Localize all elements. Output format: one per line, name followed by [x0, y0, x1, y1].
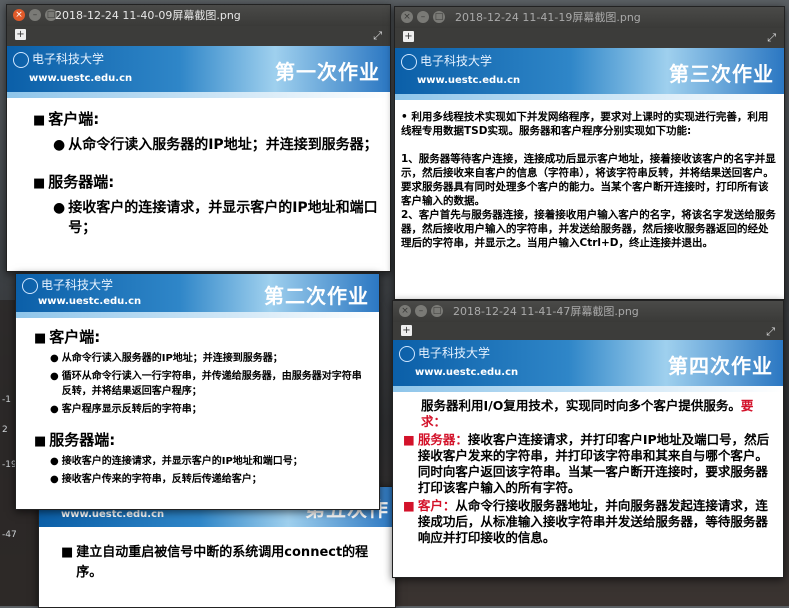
server-requirement: ■ 服务器：接收客户连接请求，并打印客户IP地址及端口号，然后接收客户发来的字符… — [403, 432, 770, 495]
client-item-text: 循环从命令行读入一行字符串，并传递给服务器，由服务器对字符串反转，并将结果返回客… — [61, 371, 362, 397]
logo-text: 电子科技大学 — [420, 54, 493, 68]
assignment-intro: • 利用多线程技术实现如下并发网络程序，要求对上课时的实现进行完善，利用线程专用… — [401, 111, 769, 137]
slide: 电子科技大学 www.uestc.edu.cn 第二次作业 客户端: ●从命令行… — [16, 274, 379, 509]
client-item-text: 客户程序显示反转后的字符串； — [61, 404, 202, 415]
server-item-text: 接收客户传来的字符串，反转后传递给客户； — [61, 474, 262, 485]
server-item-text: 接收客户的连接请求，并显示客户的IP地址和端口号； — [61, 456, 303, 467]
desktop-tick: -1 — [2, 395, 11, 405]
viewer-toolbar: + ⤢ — [393, 322, 783, 340]
slide-url: www.uestc.edu.cn — [415, 367, 519, 378]
university-logo: 电子科技大学 — [399, 344, 490, 362]
image-viewer-window-1[interactable]: × – □ 2018-12-24 11-40-09屏幕截图.png + ⤢ 电子… — [6, 4, 391, 272]
client-item: ● 循环从命令行读入一行字符串，并传递给服务器，由服务器对字符串反转，并将结果返回… — [50, 369, 369, 399]
maximize-button[interactable]: □ — [433, 11, 445, 23]
slide-banner: 电子科技大学 www.uestc.edu.cn 第二次作业 — [16, 274, 379, 312]
seal-icon — [22, 277, 38, 294]
slide: 电子科技大学 www.uestc.edu.cn 第三次作业 • 利用多线程技术实… — [395, 48, 784, 299]
fullscreen-icon[interactable]: ⤢ — [373, 29, 382, 43]
slide: 电子科技大学 www.uestc.edu.cn 第四次作业 服务器利用I/O复用… — [393, 340, 783, 577]
window-titlebar[interactable]: × – □ 2018-12-24 11-41-19屏幕截图.png — [395, 7, 784, 28]
client-requirement: ■ 客户：从命令行接收服务器地址，并向服务器发起连接请求，连接成功后，从标准输入… — [403, 498, 768, 545]
minimize-button[interactable]: – — [417, 11, 429, 23]
slide-item: ■ 建立自动重启被信号中断的系统调用connect的程序。 — [61, 543, 385, 583]
slide-banner: 电子科技大学 www.uestc.edu.cn 第一次作业 — [7, 46, 390, 92]
viewer-toolbar: + ⤢ — [7, 26, 390, 46]
viewer-toolbar: + ⤢ — [395, 28, 784, 48]
slide-url: www.uestc.edu.cn — [38, 296, 142, 307]
slide-heading: 第四次作业 — [668, 354, 773, 378]
close-button[interactable]: × — [399, 305, 411, 317]
logo-text: 电子科技大学 — [41, 278, 114, 292]
client-label: 客户： — [417, 498, 456, 513]
desktop-tick: 2 — [2, 425, 8, 435]
add-icon[interactable]: + — [15, 29, 26, 40]
logo-text: 电子科技大学 — [32, 52, 105, 66]
window-titlebar[interactable]: × – □ 2018-12-24 11-40-09屏幕截图.png — [7, 5, 390, 26]
server-label: 服务器： — [417, 432, 468, 447]
server-item: ● 接收客户的连接请求，并显示客户的IP地址和端口号； — [53, 198, 380, 238]
minimize-button[interactable]: – — [415, 305, 427, 317]
slide-banner: 电子科技大学 www.uestc.edu.cn 第四次作业 — [393, 340, 783, 386]
client-heading: 客户端: — [33, 108, 380, 129]
slide-heading: 第二次作业 — [264, 284, 369, 308]
slide-url: www.uestc.edu.cn — [417, 75, 521, 86]
close-button[interactable]: × — [13, 9, 25, 21]
image-viewer-window-2[interactable]: × – □ 2018-12-24 11-41-19屏幕截图.png + ⤢ 电子… — [394, 6, 785, 300]
client-heading: 客户端: — [34, 326, 369, 347]
slide-item-text: 建立自动重启被信号中断的系统调用connect的程序。 — [76, 545, 369, 580]
slide-url: www.uestc.edu.cn — [29, 73, 133, 84]
fullscreen-icon[interactable]: ⤢ — [767, 31, 776, 45]
seal-icon — [13, 51, 29, 68]
assignment-point-2: 2、客户首先与服务器连接，接着接收用户输入客户的名字，将该名字发送给服务器，然后… — [401, 209, 776, 249]
university-logo: 电子科技大学 — [401, 52, 492, 70]
slide: 电子科技大学 www.uestc.edu.cn 第一次作业 客户端: ●从命令行… — [7, 46, 390, 271]
assignment-point-1: 1、服务器等待客户连接，连接成功后显示客户地址，接着接收该客户的名字并显示，然后… — [401, 153, 776, 207]
slide-heading: 第三次作业 — [669, 62, 774, 86]
client-text: 从命令行接收服务器地址，并向服务器发起连接请求，连接成功后，从标准输入接收字符串… — [417, 498, 768, 545]
client-item-text: 从命令行读入服务器的IP地址；并连接到服务器； — [61, 353, 283, 364]
server-item: ● 接收客户传来的字符串，反转后传递给客户； — [50, 474, 262, 485]
server-heading: 服务器端: — [33, 171, 380, 192]
add-icon[interactable]: + — [403, 31, 414, 42]
assignment-intro: 服务器利用I/O复用技术，实现同时向多个客户提供服务。要求： — [403, 398, 771, 430]
client-item: ● 从命令行读入服务器的IP地址；并连接到服务器； — [50, 353, 283, 364]
window-title: 2018-12-24 11-41-47屏幕截图.png — [453, 305, 639, 318]
slide-heading: 第一次作业 — [275, 60, 380, 84]
slide-url: www.uestc.edu.cn — [61, 509, 165, 520]
maximize-button[interactable]: □ — [431, 305, 443, 317]
university-logo: 电子科技大学 — [13, 50, 104, 68]
seal-icon — [399, 345, 415, 362]
logo-text: 电子科技大学 — [418, 346, 491, 360]
add-icon[interactable]: + — [401, 325, 412, 336]
university-logo: 电子科技大学 — [22, 276, 113, 294]
close-button[interactable]: × — [401, 11, 413, 23]
client-item-text: 从命令行读入服务器的IP地址；并连接到服务器； — [68, 137, 378, 153]
seal-icon — [401, 53, 417, 70]
window-title: 2018-12-24 11-40-09屏幕截图.png — [55, 9, 241, 22]
server-heading: 服务器端: — [34, 429, 369, 450]
image-viewer-window-3[interactable]: 电子科技大学 www.uestc.edu.cn 第二次作业 客户端: ●从命令行… — [15, 273, 380, 510]
window-title: 2018-12-24 11-41-19屏幕截图.png — [455, 11, 641, 24]
server-text: 接收客户连接请求，并打印客户IP地址及端口号，然后接收客户发来的字符串，并打印该… — [417, 432, 770, 495]
window-titlebar[interactable]: × – □ 2018-12-24 11-41-47屏幕截图.png — [393, 301, 783, 322]
fullscreen-icon[interactable]: ⤢ — [766, 325, 775, 339]
minimize-button[interactable]: – — [29, 9, 41, 21]
slide-banner: 电子科技大学 www.uestc.edu.cn 第三次作业 — [395, 48, 784, 94]
client-item: ● 从命令行读入服务器的IP地址；并连接到服务器； — [53, 137, 378, 153]
server-item: ● 接收客户的连接请求，并显示客户的IP地址和端口号； — [50, 456, 303, 467]
client-item: ● 客户程序显示反转后的字符串； — [50, 404, 202, 415]
desktop-tick: -47 — [2, 530, 17, 540]
image-viewer-window-4[interactable]: × – □ 2018-12-24 11-41-47屏幕截图.png + ⤢ 电子… — [392, 300, 784, 578]
server-item-text: 接收客户的连接请求，并显示客户的IP地址和端口号； — [68, 200, 378, 236]
intro-text: 服务器利用I/O复用技术，实现同时向多个客户提供服务。 — [421, 398, 741, 413]
